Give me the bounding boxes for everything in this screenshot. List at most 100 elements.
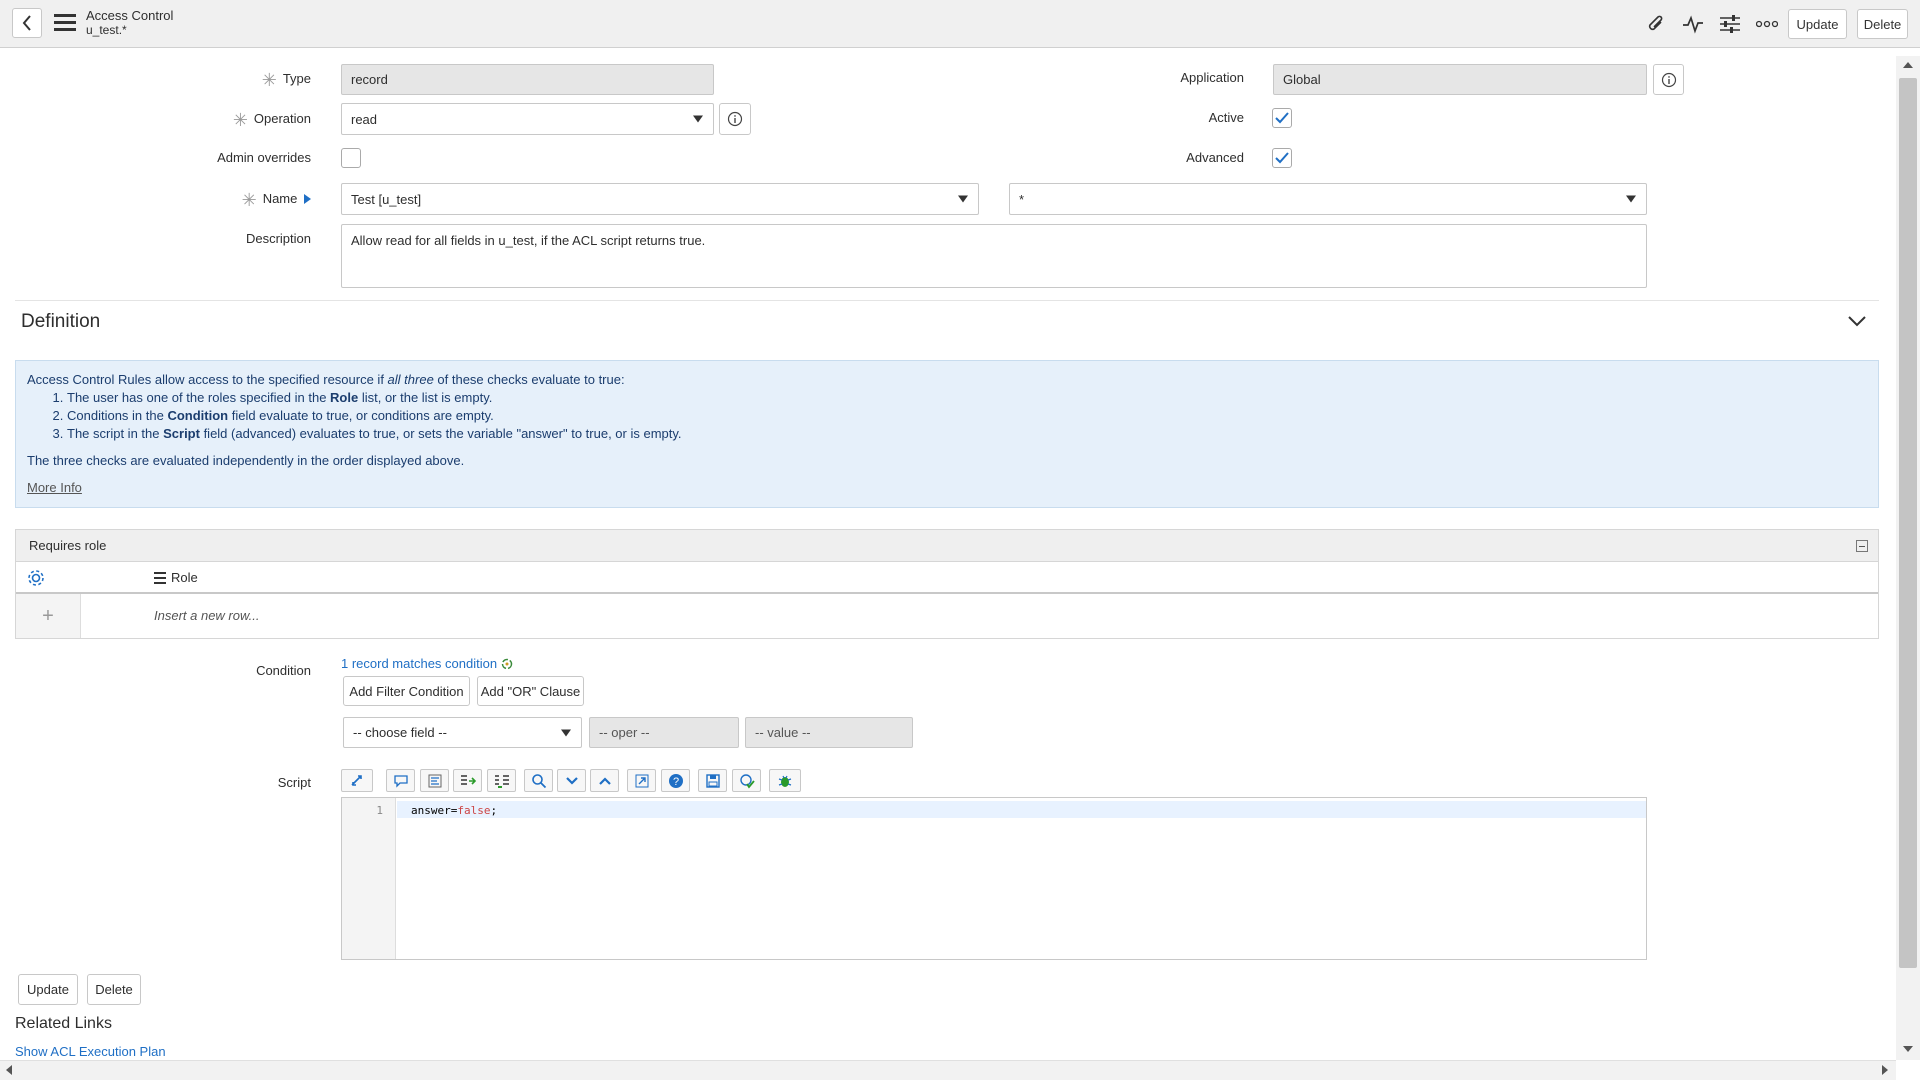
choose-field-placeholder: -- choose field -- (353, 725, 447, 740)
header-update-button[interactable]: Update (1788, 9, 1847, 39)
info-note: The three checks are evaluated independe… (27, 453, 465, 468)
chevron-down-icon (1848, 316, 1866, 327)
operation-select[interactable]: read (341, 103, 714, 135)
bug-icon (778, 775, 792, 787)
application-label: Application (1180, 70, 1244, 85)
description-textarea[interactable]: Allow read for all fields in u_test, if … (341, 224, 1647, 288)
list-settings-icon[interactable] (26, 568, 46, 591)
required-asterisk-icon: ✳ (232, 110, 248, 130)
add-or-clause-button[interactable]: Add "OR" Clause (477, 676, 584, 706)
insert-macro-button[interactable] (487, 769, 516, 792)
name-table-value: Test [u_test] (351, 191, 422, 207)
requires-role-title: Requires role (29, 538, 107, 553)
toggle-syntax-editor-button[interactable] (341, 769, 373, 792)
active-checkbox[interactable] (1272, 108, 1292, 128)
requires-role-columns: Role (16, 562, 1878, 594)
record-name-subtitle: u_test.* (86, 23, 127, 37)
find-previous-button[interactable] (590, 769, 619, 792)
more-options-icon[interactable] (1755, 12, 1779, 36)
advanced-checkbox[interactable] (1272, 148, 1292, 168)
help-button[interactable]: ? (661, 769, 690, 792)
activity-icon[interactable] (1681, 12, 1705, 36)
footer-update-button[interactable]: Update (18, 974, 78, 1005)
horizontal-scrollbar[interactable] (0, 1060, 1896, 1080)
requires-role-header: Requires role (16, 530, 1878, 562)
validate-icon (739, 773, 755, 789)
collapse-list-icon[interactable] (1856, 540, 1868, 552)
scroll-right-arrow-icon[interactable] (1882, 1065, 1888, 1075)
operation-label: ✳ Operation (180, 110, 311, 131)
chevron-down-icon (561, 729, 571, 736)
operation-label-text: Operation (253, 111, 311, 126)
save-button[interactable] (698, 769, 727, 792)
admin-overrides-checkbox[interactable] (341, 148, 361, 168)
definition-info-box: Access Control Rules allow access to the… (15, 360, 1879, 508)
expand-triangle-icon[interactable] (304, 194, 311, 204)
value-input: -- value -- (745, 717, 913, 748)
debug-script-button[interactable] (769, 769, 801, 792)
section-divider (15, 300, 1879, 301)
comment-selected-button[interactable] (386, 769, 415, 792)
active-label: Active (1208, 110, 1244, 125)
insert-script-button[interactable] (453, 769, 482, 792)
find-next-button[interactable] (557, 769, 586, 792)
code-identifier: answer (411, 804, 451, 817)
paperclip-icon[interactable] (1644, 12, 1668, 36)
chevron-down-icon (693, 115, 703, 123)
application-info-button[interactable] (1653, 64, 1684, 95)
insert-macro-icon (494, 774, 509, 788)
syntax-toggle-icon (351, 774, 362, 786)
name-field-select[interactable]: * (1009, 183, 1647, 215)
script-editor[interactable]: 1 answer=false; (341, 797, 1647, 960)
hamburger-menu-icon[interactable] (54, 14, 76, 32)
replace-button[interactable] (627, 769, 656, 792)
name-label-text: Name (262, 191, 298, 206)
choose-field-select[interactable]: -- choose field -- (343, 717, 582, 748)
column-menu-icon[interactable] (154, 572, 166, 584)
back-button[interactable] (12, 8, 42, 38)
scrollbar-thumb[interactable] (1899, 78, 1917, 968)
add-filter-condition-button[interactable]: Add Filter Condition (343, 676, 470, 706)
comment-icon (393, 774, 408, 788)
info-intro-text-end: of these checks evaluate to true: (433, 372, 625, 387)
form-title: Access Control u_test.* (86, 9, 173, 38)
add-row-button[interactable]: + (16, 594, 81, 638)
info-check-list: The user has one of the roles specified … (27, 389, 1867, 443)
validate-script-button[interactable] (732, 769, 761, 792)
scroll-up-arrow-icon[interactable] (1903, 62, 1913, 68)
checkmark-icon (1275, 152, 1289, 164)
script-label: Script (277, 775, 311, 790)
active-line-highlight (397, 801, 1646, 818)
replace-icon (635, 774, 648, 787)
header-delete-button[interactable]: Delete (1857, 9, 1908, 39)
checkmark-icon (1275, 112, 1289, 124)
show-acl-execution-plan-link[interactable]: Show ACL Execution Plan (15, 1044, 166, 1059)
insert-row: + Insert a new row... (16, 594, 1878, 638)
line-number-gutter: 1 (342, 798, 396, 959)
info-intro-text: Access Control Rules allow access to the… (27, 372, 388, 387)
info-intro-emphasis: all three (387, 372, 434, 387)
record-match-link[interactable]: 1 record matches condition (341, 656, 497, 671)
definition-title: Definition (21, 311, 101, 332)
footer-delete-button[interactable]: Delete (87, 974, 141, 1005)
operation-info-button[interactable] (719, 103, 751, 135)
collapse-section-icon[interactable] (1847, 315, 1867, 330)
insert-row-placeholder[interactable]: Insert a new row... (154, 608, 260, 623)
vertical-scrollbar[interactable] (1896, 56, 1920, 1060)
scroll-down-arrow-icon[interactable] (1903, 1046, 1913, 1052)
scroll-left-arrow-icon[interactable] (6, 1065, 12, 1075)
more-info-link[interactable]: More Info (27, 480, 82, 495)
name-table-select[interactable]: Test [u_test] (341, 183, 979, 215)
chevron-down-icon (1626, 195, 1636, 203)
refresh-icon[interactable] (501, 658, 513, 670)
settings-sliders-icon[interactable] (1718, 12, 1742, 36)
format-code-button[interactable] (420, 769, 449, 792)
search-button[interactable] (524, 769, 553, 792)
role-column-header[interactable]: Role (171, 570, 198, 585)
type-field: record (341, 64, 714, 95)
search-icon (531, 773, 546, 788)
code-keyword: false (457, 804, 491, 817)
info-intro: Access Control Rules allow access to the… (27, 371, 1867, 389)
required-asterisk-icon: ✳ (261, 70, 277, 90)
operator-select: -- oper -- (589, 717, 739, 748)
